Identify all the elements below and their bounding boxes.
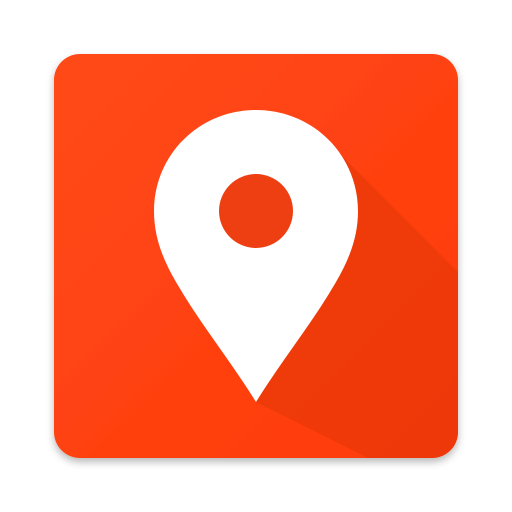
app-icon-stage — [0, 0, 512, 512]
location-app-icon[interactable] — [0, 0, 512, 512]
app-icon-graphic — [54, 54, 458, 458]
pin-hole — [219, 174, 293, 248]
